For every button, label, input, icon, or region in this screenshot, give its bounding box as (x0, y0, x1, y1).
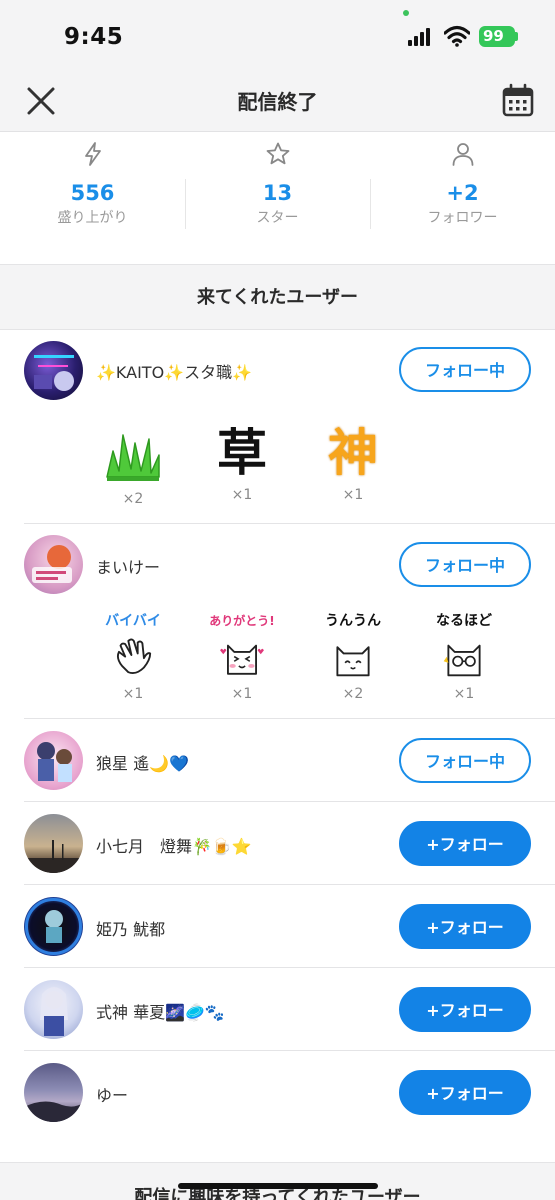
gift-count: ×2 (122, 491, 144, 507)
avatar[interactable] (24, 980, 83, 1039)
avatar[interactable] (24, 1063, 83, 1122)
stat-value: 556 (70, 181, 115, 205)
username: 小七月 燈舞🎋🍺⭐ (96, 837, 252, 856)
arigatou-cat-gift-icon (220, 644, 264, 675)
lightning-icon (84, 142, 101, 166)
gift-count: ×2 (342, 686, 364, 702)
nav-header: 配信終了 (0, 70, 555, 132)
gift-item: 草 ×1 (202, 421, 282, 503)
user-row: 姫乃 魷都 +フォロー (0, 885, 555, 967)
stat-label: スター (256, 210, 299, 226)
follow-button[interactable]: +フォロー (399, 821, 531, 866)
user-row: 式神 華夏🌌🥏🐾 +フォロー (0, 968, 555, 1050)
cellular-signal-icon (408, 28, 434, 46)
unun-cat-gift-icon (336, 646, 370, 677)
battery-tip (515, 32, 518, 41)
stream-stats: 556 盛り上がり 13 スター +2 フォロワー (0, 133, 555, 264)
naruhodo-label: なるほど (436, 613, 492, 629)
stat-followers: +2 フォロワー (370, 133, 555, 264)
star-icon (266, 142, 289, 165)
stat-value: 13 (262, 181, 293, 205)
username: 姫乃 魷都 (96, 920, 166, 939)
stat-excitement: 556 盛り上がり (0, 133, 185, 264)
gift-count: ×1 (231, 487, 253, 503)
gift-item: うんうん ×2 (313, 612, 393, 702)
follow-button[interactable]: +フォロー (399, 904, 531, 949)
user-row: まいけー フォロー中 バイバイ ×1 ありがとう! ×1 うんうん ×2 なるほ… (0, 524, 555, 718)
wifi-icon (444, 25, 470, 47)
stat-label: 盛り上がり (57, 210, 128, 226)
username: ゆー (96, 1086, 129, 1105)
page-title: 配信終了 (237, 90, 318, 114)
battery-level: 99 (483, 27, 504, 45)
section-title: 来てくれたユーザー (196, 287, 359, 308)
gift-item: なるほど ×1 (424, 612, 504, 702)
gift-count: ×1 (453, 686, 475, 702)
stat-label: フォロワー (427, 210, 498, 226)
username: 式神 華夏🌌🥏🐾 (96, 1003, 225, 1022)
clock: 9:45 (64, 24, 124, 50)
arigatou-label: ありがとう! (209, 614, 275, 628)
battery-icon: 99 (479, 26, 515, 47)
gift-item: バイバイ ×1 (93, 612, 173, 702)
byebye-label: バイバイ (105, 613, 161, 629)
byebye-hand-gift-icon (116, 638, 152, 675)
kami-kanji-gift-icon: 神 (328, 424, 378, 482)
avatar[interactable] (24, 814, 83, 873)
home-indicator[interactable] (178, 1183, 378, 1189)
following-button[interactable]: フォロー中 (399, 542, 531, 587)
section-header: 来てくれたユーザー (0, 264, 555, 330)
username: 狼星 遙🌙💙 (96, 754, 189, 773)
avatar[interactable] (24, 341, 83, 400)
gift-count: ×1 (342, 487, 364, 503)
user-row: 小七月 燈舞🎋🍺⭐ +フォロー (0, 802, 555, 884)
user-row: ✨KAITO✨スタ職✨ フォロー中 ×2 草 ×1 神 ×1 (0, 331, 555, 523)
grass-gift-icon (106, 434, 160, 481)
user-row: 狼星 遙🌙💙 フォロー中 (0, 719, 555, 801)
avatar[interactable] (24, 535, 83, 594)
person-icon (452, 143, 473, 166)
username: まいけー (96, 558, 161, 577)
status-bar: 9:45 99 (0, 0, 555, 70)
unun-label: うんうん (325, 613, 381, 629)
privacy-indicator-dot (403, 10, 409, 16)
following-button[interactable]: フォロー中 (399, 347, 531, 392)
kusa-kanji-gift-icon: 草 (217, 424, 267, 482)
gift-count: ×1 (122, 686, 144, 702)
avatar[interactable] (24, 731, 83, 790)
naruhodo-cat-gift-icon (443, 644, 481, 677)
avatar[interactable] (24, 897, 83, 956)
calendar-icon[interactable] (500, 82, 536, 118)
username: ✨KAITO✨スタ職✨ (96, 363, 253, 382)
interested-users-section: 配信に興味を持ってくれたユーザー (0, 1163, 555, 1200)
following-button[interactable]: フォロー中 (399, 738, 531, 783)
user-row: ゆー +フォロー (0, 1051, 555, 1133)
stat-stars: 13 スター (185, 133, 370, 264)
follow-button[interactable]: +フォロー (399, 1070, 531, 1115)
gift-item: ありがとう! ×1 (202, 612, 282, 702)
gift-item: ×2 (93, 421, 173, 507)
follow-button[interactable]: +フォロー (399, 987, 531, 1032)
gift-count: ×1 (231, 686, 253, 702)
gift-item: 神 ×1 (313, 421, 393, 503)
stat-value: +2 (446, 181, 479, 205)
